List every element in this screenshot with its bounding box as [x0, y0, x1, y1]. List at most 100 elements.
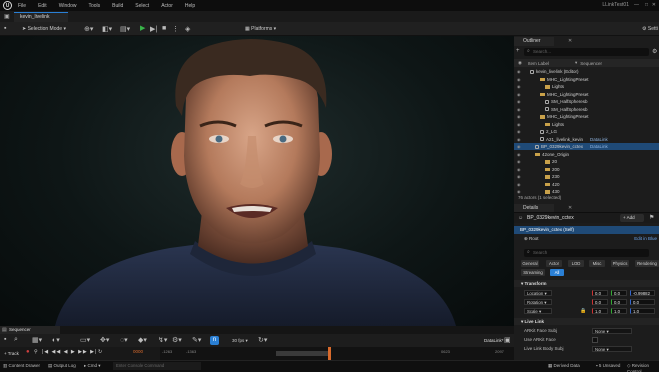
visibility-eye-icon[interactable]: ◉ — [517, 173, 521, 180]
settings-icon[interactable]: ⚙▾ — [172, 336, 182, 344]
rotation-dropdown[interactable]: Rotation ▾ — [524, 299, 552, 305]
outliner-row[interactable]: ◉ 2_LG — [514, 128, 659, 135]
outliner-row[interactable]: ◉ MHC_LightingPreset — [514, 76, 659, 83]
film-icon[interactable]: ▦▾ — [32, 336, 42, 344]
derived-data-button[interactable]: ▦ Derived Data — [548, 363, 580, 369]
column-sequencer[interactable]: Sequencer — [580, 61, 602, 66]
visibility-eye-icon[interactable]: ◉ — [517, 143, 521, 150]
scale-x-field[interactable]: 1.0 — [592, 308, 608, 314]
add-track-button[interactable]: + Track — [4, 350, 19, 357]
unsaved-button[interactable]: ▪ 5 Unsaved — [596, 363, 620, 368]
arkit-face-subj-dropdown[interactable]: None ▾ — [592, 328, 632, 334]
edit-in-blueprint-link[interactable]: Edit in Blue — [634, 235, 657, 243]
cinematics-icon[interactable]: ▤▾ — [120, 25, 130, 33]
console-command-input[interactable]: Enter Console Command — [113, 362, 201, 370]
launch-icon[interactable]: ◈ — [185, 25, 190, 33]
transform-icon[interactable]: ✥▾ — [100, 336, 109, 344]
component-root-row[interactable]: ⊕ Root Edit in Blue — [514, 235, 659, 243]
playback-range[interactable] — [276, 351, 328, 356]
outliner-row[interactable]: ◉ MHC_LightingPreset — [514, 113, 659, 120]
category-general[interactable]: General — [521, 260, 539, 267]
stop-icon[interactable]: ■ — [162, 25, 166, 32]
blueprint-edit-icon[interactable]: ⚑ — [649, 214, 654, 221]
category-lod[interactable]: LOD — [568, 260, 584, 267]
component-self-row[interactable]: BP_0329kevin_cctex (Self) — [514, 226, 659, 234]
curve-icon[interactable]: ◌▾ — [120, 336, 128, 344]
add-filter-icon[interactable]: + — [516, 48, 520, 54]
minimize-button[interactable]: — — [634, 2, 639, 8]
visibility-eye-icon[interactable]: ◉ — [517, 158, 521, 165]
column-item-label[interactable]: Item Label — [528, 61, 549, 66]
location-z-field[interactable]: -0.99882 — [630, 290, 655, 296]
category-misc[interactable]: Misc — [589, 260, 605, 267]
record-icon[interactable]: ● — [26, 349, 30, 355]
menu-window[interactable]: Window — [59, 3, 77, 9]
current-frame[interactable]: 0000 — [133, 349, 143, 354]
rotation-z-field[interactable]: 0.0 — [630, 299, 655, 305]
menu-build[interactable]: Build — [112, 3, 123, 9]
category-streaming[interactable]: Streaming — [521, 269, 545, 276]
save-icon[interactable]: ▪ — [4, 25, 6, 32]
visibility-eye-icon[interactable]: ◉ — [517, 188, 521, 195]
play-icon[interactable]: ▶ — [140, 24, 145, 32]
visibility-eye-icon[interactable]: ◉ — [517, 181, 521, 188]
sequencer-tab[interactable]: Sequencer — [0, 326, 60, 334]
location-dropdown[interactable]: Location ▾ — [524, 290, 552, 296]
transform-section-header[interactable]: ▾ Transform — [514, 280, 659, 287]
outliner-row[interactable]: ◉ BP_0329kevin_cctex DataLink — [514, 143, 659, 150]
outliner-row[interactable]: ◉ 230 — [514, 173, 659, 180]
output-log-button[interactable]: ▤ Output Log — [48, 363, 76, 369]
category-all[interactable]: All — [550, 269, 564, 276]
visibility-eye-icon[interactable]: ◉ — [517, 121, 521, 128]
outliner-row[interactable]: ◉ 420 — [514, 181, 659, 188]
close-tab-icon[interactable]: ✕ — [568, 38, 572, 44]
outliner-row[interactable]: ◉ Lights — [514, 121, 659, 128]
camera-icon[interactable]: ◐▾ — [52, 336, 60, 344]
menu-edit[interactable]: Edit — [38, 3, 47, 9]
filter-icon[interactable]: ⚲ — [34, 349, 38, 355]
platforms-dropdown[interactable]: ▦ Platforms ▾ — [245, 25, 276, 34]
close-tab-icon[interactable]: ✕ — [568, 205, 572, 211]
outliner-tab[interactable]: Outliner — [514, 37, 554, 46]
outliner-row[interactable]: ◉ Lights — [514, 83, 659, 90]
visibility-eye-icon[interactable]: ◉ — [517, 136, 521, 143]
outliner-row[interactable]: ◉ 20 — [514, 158, 659, 165]
body-subj-dropdown[interactable]: None ▾ — [592, 346, 632, 352]
more-options-icon[interactable]: ⋮ — [172, 25, 179, 33]
visibility-eye-icon[interactable]: ◉ — [517, 128, 521, 135]
fps-dropdown[interactable]: 30 fps ▾ — [232, 338, 248, 344]
outliner-row[interactable]: ◉ SM_HalfSpheresb — [514, 98, 659, 105]
outliner-row[interactable]: ◉ 200 — [514, 166, 659, 173]
scale-dropdown[interactable]: Scale ▾ — [524, 308, 552, 314]
revision-control-button[interactable]: ◇ Revision Control — [627, 363, 659, 372]
visibility-eye-icon[interactable]: ◉ — [517, 166, 521, 173]
menu-actor[interactable]: Actor — [161, 3, 173, 9]
loop-icon[interactable]: ↻▾ — [258, 336, 267, 344]
settings-button[interactable]: ⚙ Setti — [642, 25, 658, 34]
skip-icon[interactable]: ▶| — [150, 25, 157, 33]
sequencer-timeline[interactable] — [160, 347, 514, 360]
menu-file[interactable]: File — [18, 3, 26, 9]
visibility-eye-icon[interactable]: ◉ — [517, 106, 521, 113]
add-component-button[interactable]: + Add — [620, 214, 644, 222]
content-drawer-button[interactable]: ▥ Content Drawer — [3, 363, 40, 369]
location-y-field[interactable]: 0.0 — [611, 290, 627, 296]
pin-icon[interactable]: ✎▾ — [192, 336, 201, 344]
rotation-y-field[interactable]: 0.0 — [611, 299, 627, 305]
playhead[interactable] — [328, 347, 331, 360]
save-icon[interactable]: ▪ — [4, 336, 6, 343]
search-icon[interactable]: ⌕ — [14, 336, 18, 344]
visibility-eye-icon[interactable]: ◉ — [517, 83, 521, 90]
outliner-row[interactable]: ◉ A21_livelink_kevin DataLink — [514, 136, 659, 143]
category-rendering[interactable]: Rendering — [635, 260, 659, 267]
visibility-eye-icon[interactable]: ◉ — [517, 68, 521, 75]
details-search-input[interactable]: Search — [524, 249, 649, 257]
n-toggle-icon[interactable]: n — [210, 336, 219, 345]
lock-icon[interactable]: ▣ — [504, 336, 511, 344]
category-actor[interactable]: Actor — [546, 260, 562, 267]
location-x-field[interactable]: 0.0 — [592, 290, 608, 296]
close-button[interactable]: ✕ — [652, 2, 656, 8]
render-icon[interactable]: ▭▾ — [80, 336, 90, 344]
snap-icon[interactable]: ↯▾ — [158, 336, 167, 344]
scale-y-field[interactable]: 1.0 — [611, 308, 627, 314]
